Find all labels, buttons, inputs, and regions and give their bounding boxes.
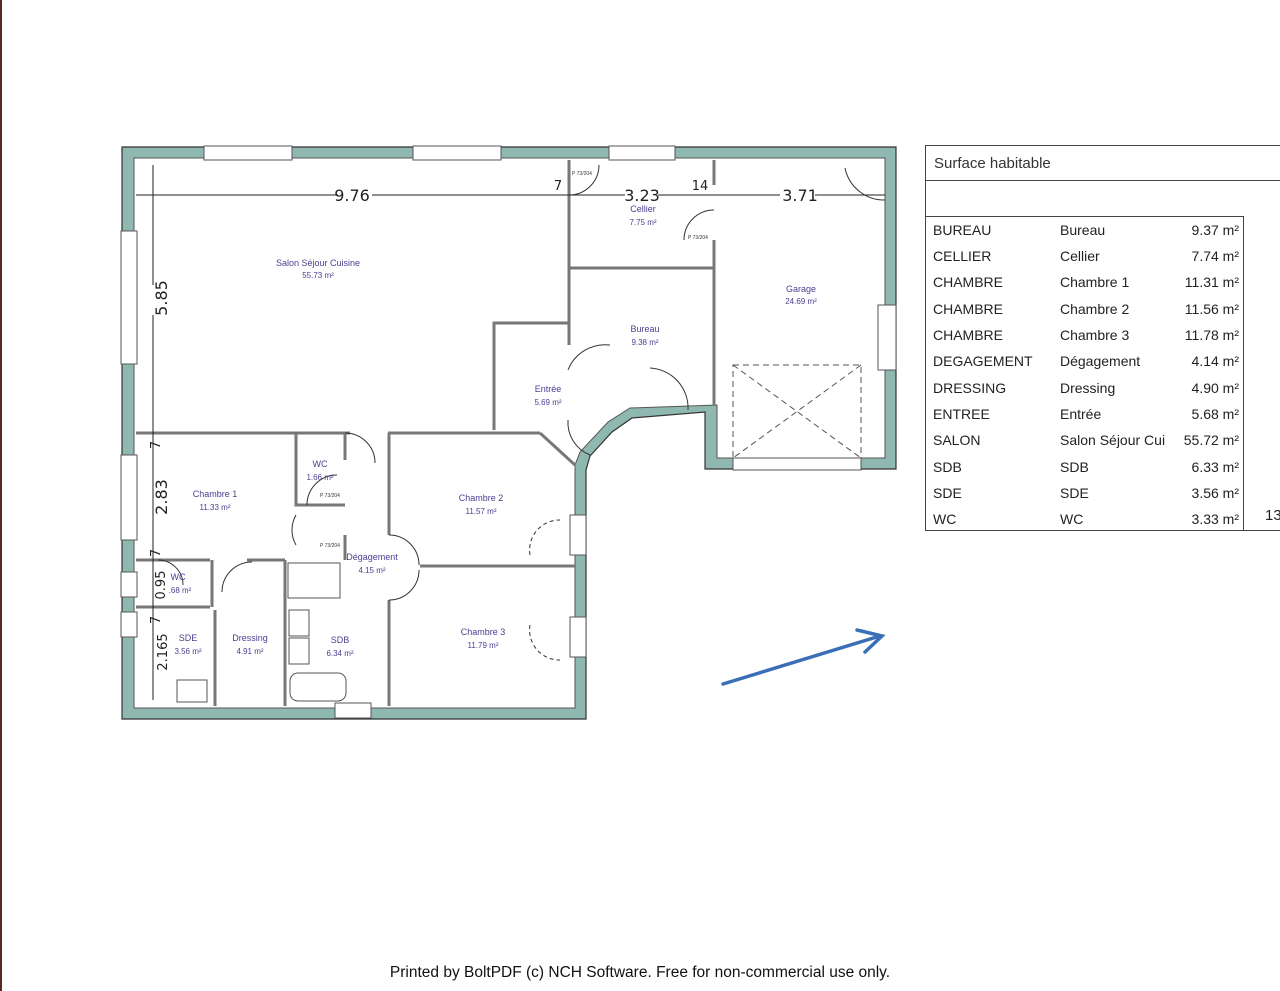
- room-name: Dressing: [232, 633, 268, 643]
- room-area: 11.79 m²: [468, 641, 499, 650]
- room-area: 24.69 m²: [785, 297, 817, 306]
- door-ref: P 73/204: [572, 171, 592, 177]
- table-total-partial: 13: [1265, 507, 1280, 524]
- table-row: SALON Salon Séjour Cui 55.72 m²: [933, 432, 1239, 448]
- table-row: SDB SDB 6.33 m²: [933, 459, 1239, 475]
- table-row: CELLIER Cellier 7.74 m²: [933, 248, 1239, 264]
- room-name: Bureau: [630, 324, 659, 334]
- table-row: WC WC 3.33 m²: [933, 511, 1239, 527]
- room-name: Chambre 2: [459, 493, 504, 503]
- dim-sde-depth: 2.165: [156, 633, 171, 670]
- arrow-annotation: [721, 628, 886, 686]
- room-name: WC: [171, 572, 186, 582]
- room-name: Cellier: [630, 204, 656, 214]
- table-row: SDE SDE 3.56 m²: [933, 485, 1239, 501]
- dim-wall-c: 7: [149, 441, 164, 449]
- table-row: DEGAGEMENT Dégagement 4.14 m²: [933, 353, 1239, 369]
- dim-wall-a: 7: [554, 179, 562, 194]
- room-name: WC: [313, 459, 328, 469]
- table-row: ENTREE Entrée 5.68 m²: [933, 406, 1239, 422]
- room-area: 5.69 m²: [534, 398, 561, 407]
- door-ref: P 73/204: [320, 493, 340, 499]
- room-area: 1.66 m²: [306, 473, 333, 482]
- table-row: CHAMBRE Chambre 3 11.78 m²: [933, 327, 1239, 343]
- dim-wall-e: 7: [149, 616, 164, 624]
- room-name: Chambre 1: [193, 489, 238, 499]
- room-area: 55.73 m²: [302, 271, 334, 280]
- table-row: DRESSING Dressing 4.90 m²: [933, 380, 1239, 396]
- table-row: BUREAU Bureau 9.37 m²: [933, 222, 1239, 238]
- room-area: .68 m²: [169, 586, 192, 595]
- divider: [926, 180, 1280, 181]
- room-area: 7.75 m²: [629, 218, 656, 227]
- surface-table: Surface habitable BUREAU Bureau 9.37 m² CE…: [925, 145, 1280, 531]
- table-body: BUREAU Bureau 9.37 m² CELLIER Cellier 7.74 m…: [926, 216, 1244, 531]
- room-name: SDB: [331, 635, 350, 645]
- room-name: Chambre 3: [461, 627, 506, 637]
- room-name: Garage: [786, 284, 816, 294]
- dim-wall-b: 14: [692, 179, 709, 194]
- room-area: 4.91 m²: [236, 647, 263, 656]
- door-ref: P 73/204: [320, 543, 340, 549]
- room-name: Dégagement: [346, 552, 398, 562]
- room-area: 4.15 m²: [358, 566, 385, 575]
- footer-watermark: Printed by BoltPDF (c) NCH Software. Fre…: [389, 964, 891, 981]
- dim-chambre1-depth: 2.83: [152, 479, 171, 515]
- room-area: 11.57 m²: [466, 507, 497, 516]
- table-row: CHAMBRE Chambre 1 11.31 m²: [933, 274, 1239, 290]
- dim-wc-depth: 0.95: [154, 571, 169, 600]
- table-title: Surface habitable: [934, 155, 1051, 172]
- room-name: SDE: [179, 633, 198, 643]
- room-area: 9.38 m²: [631, 338, 658, 347]
- dim-salon-depth: 5.85: [152, 280, 171, 316]
- dim-salon-width: 9.76: [334, 186, 370, 205]
- room-name: Entrée: [535, 384, 562, 394]
- door-ref: P 73/204: [688, 235, 708, 241]
- room-name: Salon Séjour Cuisine: [276, 258, 360, 268]
- room-area: 11.33 m²: [200, 503, 231, 512]
- room-area: 3.56 m²: [174, 647, 201, 656]
- room-area: 6.34 m²: [326, 649, 353, 658]
- dim-wall-d: 7: [149, 549, 164, 557]
- dim-cellier-width: 3.23: [624, 186, 660, 205]
- table-row: CHAMBRE Chambre 2 11.56 m²: [933, 301, 1239, 317]
- dim-garage-width: 3.71: [782, 186, 818, 205]
